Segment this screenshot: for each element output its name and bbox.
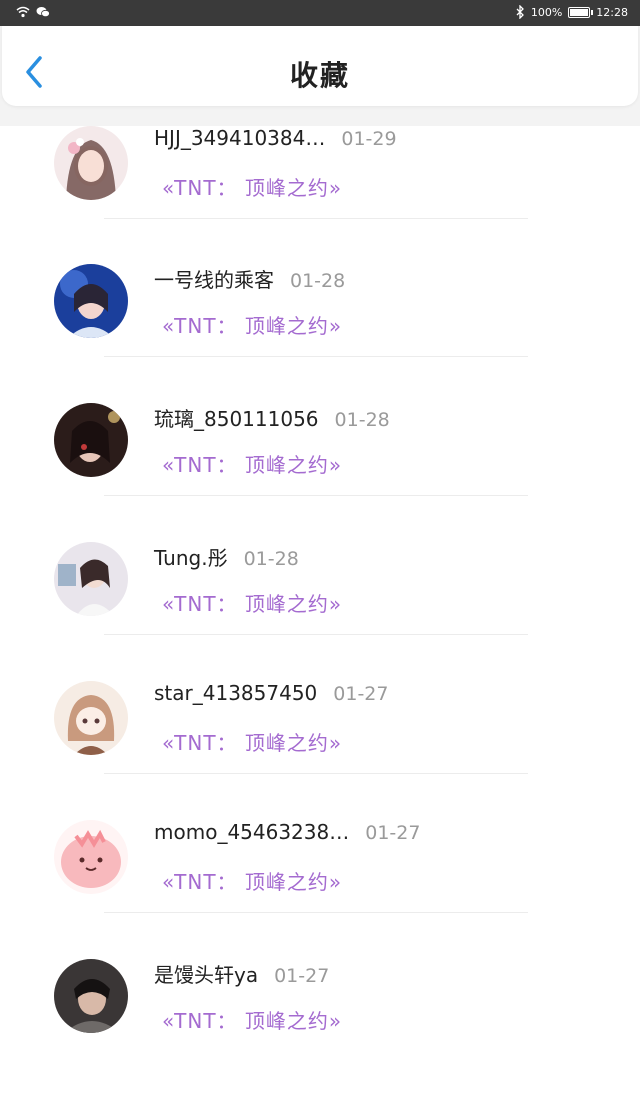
user-name[interactable]: Tung.彤 <box>154 546 228 570</box>
work-title-link[interactable]: «TNT： 顶峰之约» <box>162 172 342 201</box>
status-bar: 100% 12:28 <box>0 0 640 26</box>
work-title-link[interactable]: «TNT： 顶峰之约» <box>162 588 342 617</box>
list-item[interactable]: 一号线的乘客 01-28 «TNT： 顶峰之约» <box>0 264 640 402</box>
avatar[interactable] <box>54 820 128 894</box>
battery-icon <box>568 6 594 18</box>
avatar[interactable] <box>54 264 128 338</box>
date-label: 01-27 <box>333 683 389 705</box>
header: 收藏 <box>2 26 638 106</box>
divider <box>104 356 528 357</box>
bluetooth-icon <box>516 5 524 19</box>
list-item[interactable]: star_413857450 01-27 «TNT： 顶峰之约» <box>0 681 640 819</box>
avatar[interactable] <box>54 403 128 477</box>
date-label: 01-27 <box>274 965 330 987</box>
avatar[interactable] <box>54 126 128 200</box>
wifi-icon <box>16 6 30 18</box>
list-item[interactable]: HJJ_349410384… 01-29 «TNT： 顶峰之约» <box>0 126 640 264</box>
date-label: 01-29 <box>341 128 397 150</box>
user-name[interactable]: 是馒头轩ya <box>154 963 258 987</box>
date-label: 01-28 <box>334 409 390 431</box>
user-name[interactable]: star_413857450 <box>154 681 317 705</box>
work-title-link[interactable]: «TNT： 顶峰之约» <box>162 449 342 478</box>
divider <box>104 634 528 635</box>
date-label: 01-27 <box>365 822 421 844</box>
avatar[interactable] <box>54 681 128 755</box>
list-item[interactable]: 琉璃_850111056 01-28 «TNT： 顶峰之约» <box>0 403 640 541</box>
work-title-link[interactable]: «TNT： 顶峰之约» <box>162 1005 342 1034</box>
user-name[interactable]: 琉璃_850111056 <box>154 407 319 431</box>
list-item[interactable]: Tung.彤 01-28 «TNT： 顶峰之约» <box>0 542 640 680</box>
divider <box>104 912 528 913</box>
divider <box>104 773 528 774</box>
user-name[interactable]: 一号线的乘客 <box>154 268 274 292</box>
page-title: 收藏 <box>289 59 350 92</box>
user-name[interactable]: HJJ_349410384… <box>154 126 325 150</box>
wechat-icon <box>36 7 50 18</box>
list-item[interactable]: 是馒头轩ya 01-27 «TNT： 顶峰之约» <box>0 959 640 1097</box>
work-title-link[interactable]: «TNT： 顶峰之约» <box>162 727 342 756</box>
avatar[interactable] <box>54 542 128 616</box>
work-title-link[interactable]: «TNT： 顶峰之约» <box>162 310 342 339</box>
date-label: 01-28 <box>290 270 346 292</box>
user-name[interactable]: momo_45463238… <box>154 820 349 844</box>
divider <box>104 495 528 496</box>
work-title-link[interactable]: «TNT： 顶峰之约» <box>162 866 342 895</box>
date-label: 01-28 <box>243 548 299 570</box>
battery-percent: 100% <box>530 5 563 19</box>
list-item[interactable]: momo_45463238… 01-27 «TNT： 顶峰之约» <box>0 820 640 958</box>
divider <box>104 218 528 219</box>
clock: 12:28 <box>596 5 628 19</box>
avatar[interactable] <box>54 959 128 1033</box>
